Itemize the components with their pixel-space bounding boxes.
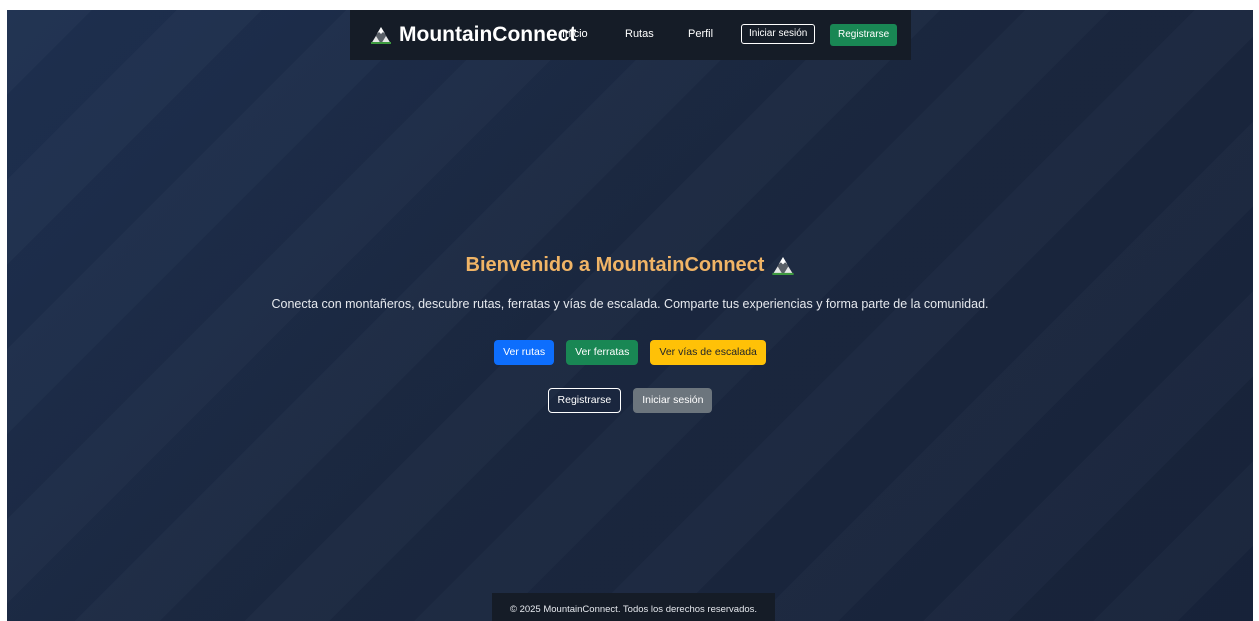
nav-register-button[interactable]: Registrarse <box>830 24 898 46</box>
footer-copyright: © 2025 MountainConnect. Todos los derech… <box>509 604 758 615</box>
view-climbing-button[interactable]: Ver vías de escalada <box>650 340 766 365</box>
footer: © 2025 MountainConnect. Todos los derech… <box>492 593 775 621</box>
register-button[interactable]: Registrarse <box>547 388 622 413</box>
background-pattern <box>7 10 1253 621</box>
mountain-icon <box>371 26 391 44</box>
brand-link[interactable]: MountainConnect <box>371 23 576 47</box>
brand-name: MountainConnect <box>399 23 577 46</box>
nav-link-perfil[interactable]: Perfil <box>688 28 713 40</box>
view-routes-button[interactable]: Ver rutas <box>494 340 555 365</box>
top-navbar: MountainConnect Inicio Rutas Perfil Inic… <box>350 10 911 60</box>
mountain-icon <box>772 256 795 275</box>
hero-title-text: Bienvenido a MountainConnect <box>465 254 765 276</box>
nav-link-inicio[interactable]: Inicio <box>562 28 588 40</box>
nav-link-rutas[interactable]: Rutas <box>625 28 654 40</box>
hero-title: Bienvenido a MountainConnect <box>7 254 1253 277</box>
explore-buttons: Ver rutas Ver ferratas Ver vías de escal… <box>7 340 1253 365</box>
page-viewport: MountainConnect Inicio Rutas Perfil Inic… <box>7 10 1253 621</box>
nav-login-button[interactable]: Iniciar sesión <box>741 24 816 44</box>
hero-subtitle: Conecta con montañeros, descubre rutas, … <box>271 297 989 311</box>
view-ferratas-button[interactable]: Ver ferratas <box>566 340 639 365</box>
account-buttons: Registrarse Iniciar sesión <box>7 388 1253 413</box>
login-button[interactable]: Iniciar sesión <box>633 388 713 413</box>
